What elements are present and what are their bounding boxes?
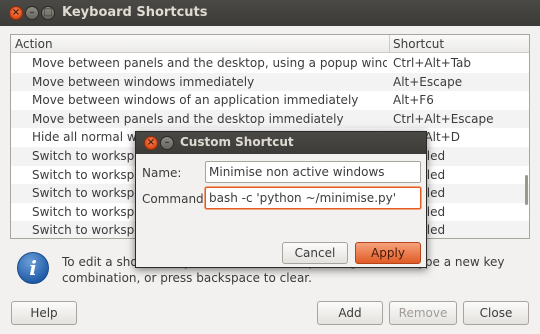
command-label: Command: — [142, 192, 208, 206]
apply-button[interactable]: Apply — [355, 242, 421, 264]
table-row[interactable]: Move between panels and the desktop, usi… — [11, 54, 529, 73]
custom-shortcut-dialog: × – Custom Shortcut Name: Minimise non a… — [135, 131, 427, 268]
close-icon: × — [11, 7, 21, 18]
column-header-action[interactable]: Action — [15, 37, 53, 51]
remove-button[interactable]: Remove — [389, 301, 457, 325]
minimize-window-button[interactable]: – — [25, 6, 39, 20]
table-row[interactable]: Move between windows of an application i… — [11, 91, 529, 110]
row-shortcut[interactable]: Ctrl+Alt+Escape — [393, 112, 523, 126]
row-shortcut[interactable]: Ctrl+Alt+Tab — [393, 56, 523, 70]
close-button[interactable]: Close — [463, 301, 529, 325]
close-window-button[interactable]: × — [9, 6, 23, 20]
scrollbar[interactable] — [525, 175, 528, 205]
name-label: Name: — [142, 166, 182, 180]
row-action: Move between panels and the desktop imme… — [32, 111, 344, 126]
minimize-icon: – — [164, 137, 170, 148]
command-field[interactable]: bash -c 'python ~/minimise.py' — [205, 187, 421, 209]
row-action: Move between windows immediately — [32, 74, 255, 89]
row-action: Move between windows of an application i… — [32, 93, 359, 108]
dialog-titlebar[interactable]: × – Custom Shortcut — [136, 132, 426, 154]
info-glyph: i — [29, 256, 37, 280]
maximize-window-button[interactable]: □ — [41, 6, 55, 20]
dialog-minimize-button[interactable]: – — [160, 136, 174, 150]
window-title: Keyboard Shortcuts — [62, 5, 208, 20]
cancel-button[interactable]: Cancel — [282, 242, 348, 264]
minimize-icon: – — [29, 7, 35, 18]
name-field[interactable]: Minimise non active windows — [205, 161, 421, 183]
maximize-icon: □ — [43, 7, 53, 18]
help-button[interactable]: Help — [11, 301, 77, 325]
column-header-shortcut[interactable]: Shortcut — [393, 37, 444, 51]
table-row[interactable]: Move between panels and the desktop imme… — [11, 109, 529, 129]
keyboard-shortcuts-window: × – □ Keyboard Shortcuts Action Shortcut… — [0, 0, 540, 334]
row-shortcut[interactable]: Alt+Escape — [393, 75, 523, 89]
dialog-close-button[interactable]: × — [144, 136, 158, 150]
table-row[interactable]: Move between windows immediately Alt+Esca… — [11, 72, 529, 92]
table-header: Action Shortcut — [11, 35, 529, 53]
column-divider[interactable] — [389, 35, 390, 53]
row-action: Move between panels and the desktop, usi… — [32, 56, 387, 70]
dialog-title: Custom Shortcut — [180, 135, 294, 149]
add-button[interactable]: Add — [317, 301, 383, 325]
window-titlebar[interactable]: × – □ Keyboard Shortcuts — [0, 0, 540, 26]
info-icon: i — [17, 252, 49, 284]
close-icon: × — [146, 137, 156, 148]
row-shortcut[interactable]: Alt+F6 — [393, 93, 523, 107]
